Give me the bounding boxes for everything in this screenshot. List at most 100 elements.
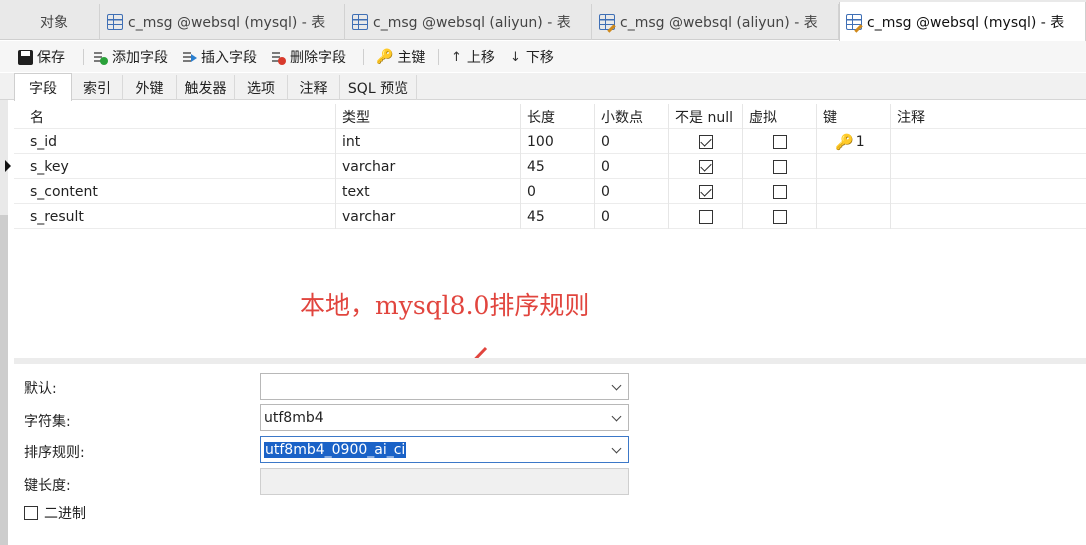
default-select[interactable] xyxy=(260,373,629,400)
key-order: 1 xyxy=(855,133,865,150)
field-length-cell[interactable]: 0 xyxy=(521,179,595,204)
tab-c-msg-mysql-design[interactable]: c_msg @websql (mysql) - 表 xyxy=(839,2,1086,41)
key-cell[interactable] xyxy=(817,154,891,179)
not-null-checkbox[interactable] xyxy=(698,209,713,224)
edit-table-icon xyxy=(846,13,862,30)
charset-select[interactable]: utf8mb4 xyxy=(260,404,629,431)
not-null-checkbox[interactable] xyxy=(698,184,713,199)
field-type-cell[interactable]: text xyxy=(336,179,521,204)
default-label: 默认: xyxy=(24,381,57,397)
primary-key-label: 主键 xyxy=(397,50,426,66)
field-type-cell[interactable]: varchar xyxy=(336,154,521,179)
virtual-checkbox[interactable] xyxy=(772,184,787,199)
move-up-button[interactable]: ↑ 上移 xyxy=(451,47,495,67)
tab-foreign-keys[interactable]: 外键 xyxy=(123,75,177,100)
virtual-cell xyxy=(743,129,817,154)
delete-field-icon xyxy=(271,49,286,65)
tab-label: 外键 xyxy=(135,80,164,97)
move-down-button[interactable]: ↓ 下移 xyxy=(510,47,554,67)
key-length-input[interactable] xyxy=(260,468,629,495)
collation-select[interactable]: utf8mb4_0900_ai_ci xyxy=(260,436,629,463)
not-null-checkbox[interactable] xyxy=(698,159,713,174)
insert-field-button[interactable]: 插入字段 xyxy=(182,47,257,67)
field-type-cell[interactable]: varchar xyxy=(336,204,521,229)
virtual-cell xyxy=(743,154,817,179)
save-icon xyxy=(18,49,33,65)
tab-indexes[interactable]: 索引 xyxy=(72,75,123,100)
column-header-comment[interactable]: 注释 xyxy=(891,104,1086,129)
table-row[interactable]: s_content text 0 0 xyxy=(14,179,1086,204)
column-header-decimals[interactable]: 小数点 xyxy=(595,104,669,129)
field-decimals-cell[interactable]: 0 xyxy=(595,204,669,229)
field-name-cell[interactable]: s_result xyxy=(24,204,336,229)
field-name-cell[interactable]: s_content xyxy=(24,179,336,204)
binary-checkbox[interactable] xyxy=(24,506,38,520)
not-null-cell xyxy=(669,154,743,179)
column-header-key[interactable]: 键 xyxy=(817,104,891,129)
primary-key-icon: 🔑 xyxy=(835,132,854,151)
collation-label: 排序规则: xyxy=(24,445,85,461)
table-row[interactable]: s_id int 100 0 🔑 1 xyxy=(14,129,1086,154)
tab-c-msg-mysql[interactable]: c_msg @websql (mysql) - 表 xyxy=(101,4,345,40)
key-cell[interactable]: 🔑 1 xyxy=(817,129,891,154)
key-cell[interactable] xyxy=(817,179,891,204)
key-icon: 🔑 xyxy=(376,49,394,65)
column-header-not-null[interactable]: 不是 null xyxy=(669,104,743,129)
insert-field-icon xyxy=(182,49,197,65)
tab-c-msg-aliyun-design[interactable]: c_msg @websql (aliyun) - 表 xyxy=(593,4,839,40)
tab-triggers[interactable]: 触发器 xyxy=(177,75,235,100)
tab-sql-preview[interactable]: SQL 预览 xyxy=(340,75,417,100)
table-icon xyxy=(352,14,368,30)
field-length-cell[interactable]: 45 xyxy=(521,204,595,229)
virtual-cell xyxy=(743,179,817,204)
field-decimals-cell[interactable]: 0 xyxy=(595,179,669,204)
tab-comment[interactable]: 注释 xyxy=(288,75,340,100)
delete-field-label: 删除字段 xyxy=(290,50,346,66)
save-label: 保存 xyxy=(37,50,65,66)
charset-label: 字符集: xyxy=(24,414,71,430)
tab-objects[interactable]: 对象 xyxy=(0,4,100,40)
tab-options[interactable]: 选项 xyxy=(235,75,288,100)
field-name-cell[interactable]: s_key xyxy=(24,154,336,179)
tab-label: 字段 xyxy=(29,80,57,97)
column-header-virtual[interactable]: 虚拟 xyxy=(743,104,817,129)
field-name-cell[interactable]: s_id xyxy=(24,129,336,154)
field-length-cell[interactable]: 45 xyxy=(521,154,595,179)
collation-value: utf8mb4_0900_ai_ci xyxy=(264,441,407,458)
toolbar-separator xyxy=(83,49,84,65)
virtual-checkbox[interactable] xyxy=(772,209,787,224)
move-down-label: 下移 xyxy=(525,50,554,66)
tab-label: SQL 预览 xyxy=(347,80,409,97)
table-row[interactable]: s_result varchar 45 0 xyxy=(14,204,1086,229)
tab-label: 索引 xyxy=(83,80,111,97)
column-header-name[interactable]: 名 xyxy=(24,104,336,129)
field-comment-cell[interactable] xyxy=(891,129,1086,154)
field-comment-cell[interactable] xyxy=(891,154,1086,179)
field-comment-cell[interactable] xyxy=(891,204,1086,229)
add-field-button[interactable]: 添加字段 xyxy=(93,47,168,67)
virtual-checkbox[interactable] xyxy=(772,159,787,174)
field-comment-cell[interactable] xyxy=(891,179,1086,204)
field-decimals-cell[interactable]: 0 xyxy=(595,154,669,179)
column-header-type[interactable]: 类型 xyxy=(336,104,521,129)
binary-option[interactable]: 二进制 xyxy=(24,503,86,523)
tab-c-msg-aliyun[interactable]: c_msg @websql (aliyun) - 表 xyxy=(346,4,592,40)
column-header-length[interactable]: 长度 xyxy=(521,104,595,129)
left-scrollbar[interactable] xyxy=(0,215,8,545)
tab-fields[interactable]: 字段 xyxy=(14,73,72,101)
key-cell[interactable] xyxy=(817,204,891,229)
not-null-checkbox[interactable] xyxy=(698,134,713,149)
delete-field-button[interactable]: 删除字段 xyxy=(271,47,346,67)
table-row[interactable]: s_key varchar 45 0 xyxy=(5,154,1086,179)
table-icon xyxy=(107,14,123,30)
primary-key-button[interactable]: 🔑 主键 xyxy=(376,47,425,67)
virtual-checkbox[interactable] xyxy=(772,134,787,149)
tab-label: c_msg @websql (mysql) - 表 xyxy=(867,14,1065,31)
save-button[interactable]: 保存 xyxy=(18,47,65,67)
field-length-cell[interactable]: 100 xyxy=(521,129,595,154)
tab-label: c_msg @websql (mysql) - 表 xyxy=(128,15,326,31)
field-decimals-cell[interactable]: 0 xyxy=(595,129,669,154)
field-type-cell[interactable]: int xyxy=(336,129,521,154)
tab-label: 注释 xyxy=(299,80,328,97)
not-null-cell xyxy=(669,179,743,204)
